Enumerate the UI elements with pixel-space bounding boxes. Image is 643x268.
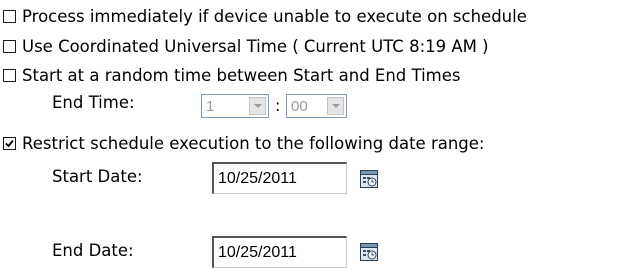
end-time-minute-select[interactable]: 00: [286, 94, 347, 118]
calendar-icon[interactable]: [360, 170, 378, 188]
chevron-down-icon[interactable]: [249, 97, 266, 115]
restrict-date-range-option: Restrict schedule execution to the follo…: [0, 129, 484, 157]
end-time-label: End Time:: [52, 93, 135, 112]
chevron-down-icon[interactable]: [327, 97, 344, 115]
random-time-checkbox[interactable]: [3, 68, 16, 82]
end-date-label: End Date:: [52, 241, 134, 260]
time-separator: :: [275, 96, 281, 115]
use-utc-label: Use Coordinated Universal Time ( Current…: [22, 36, 489, 56]
restrict-date-range-label: Restrict schedule execution to the follo…: [22, 133, 485, 153]
process-immediately-option: Process immediately if device unable to …: [0, 2, 527, 30]
process-immediately-checkbox[interactable]: [3, 9, 16, 23]
end-time-hour-value: 1: [206, 97, 215, 115]
use-utc-checkbox[interactable]: [3, 39, 16, 53]
start-date-field[interactable]: [212, 162, 347, 194]
calendar-icon[interactable]: [360, 243, 378, 261]
end-time-hour-select[interactable]: 1: [201, 94, 269, 118]
start-date-label: Start Date:: [52, 167, 143, 186]
end-date-field[interactable]: [212, 236, 347, 268]
random-time-option: Start at a random time between Start and…: [0, 61, 461, 89]
end-time-minute-value: 00: [291, 97, 308, 115]
checkmark-icon: [5, 139, 14, 147]
random-time-label: Start at a random time between Start and…: [22, 65, 461, 85]
use-utc-option: Use Coordinated Universal Time ( Current…: [0, 32, 489, 60]
restrict-date-range-checkbox[interactable]: [3, 136, 16, 150]
process-immediately-label: Process immediately if device unable to …: [22, 6, 527, 26]
